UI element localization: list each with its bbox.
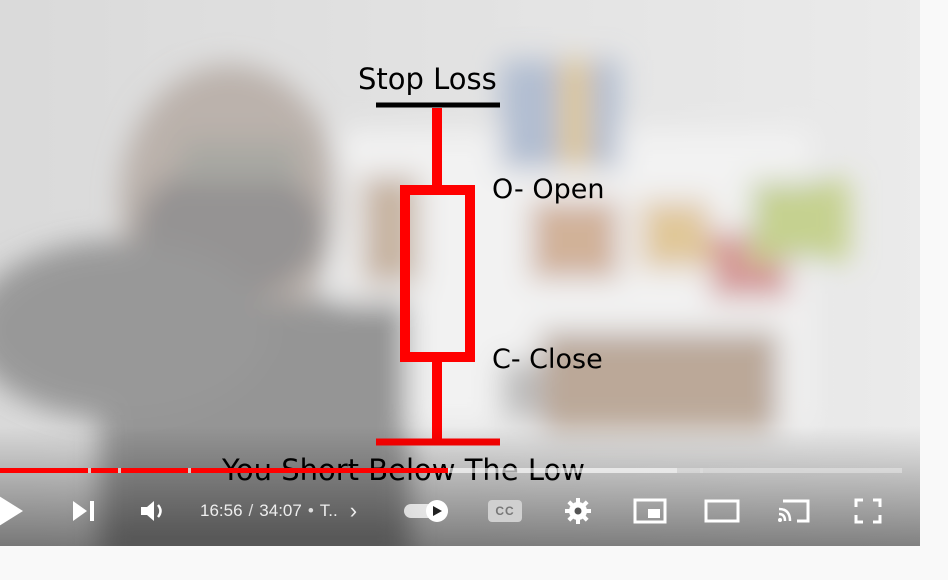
skip-next-icon: [73, 501, 94, 521]
chapter-marker: [118, 468, 121, 473]
duration: 34:07: [259, 501, 302, 520]
play-button[interactable]: [0, 482, 30, 540]
candle-body: [400, 185, 475, 362]
progress-bar[interactable]: [0, 468, 902, 473]
cast-icon: [778, 499, 810, 523]
progress-played: [0, 468, 449, 473]
volume-icon: [141, 501, 162, 521]
chapter-marker: [558, 468, 561, 473]
candlestick-diagram: Stop Loss O- Open C- Close You Short Bel…: [221, 62, 604, 487]
subtitles-button[interactable]: CC: [488, 500, 522, 522]
open-label: O- Open: [492, 174, 604, 205]
time-display: 16:56 / 34:07 • T.. ›: [200, 482, 357, 540]
miniplayer-icon: [633, 498, 667, 524]
next-button[interactable]: [66, 482, 102, 540]
chapter-marker: [88, 468, 91, 473]
current-time: 16:56: [200, 501, 243, 520]
chapter-bullet: •: [307, 501, 314, 520]
miniplayer-button[interactable]: [630, 482, 670, 540]
time-separator: /: [248, 501, 254, 520]
theater-icon: [704, 499, 740, 523]
fullscreen-button[interactable]: [848, 482, 888, 540]
gear-icon: [565, 498, 591, 524]
mute-button[interactable]: [136, 482, 172, 540]
cc-icon: CC: [495, 504, 515, 518]
cast-button[interactable]: [774, 482, 814, 540]
player-controls: 16:56 / 34:07 • T.. › CC: [0, 482, 920, 540]
video-frame[interactable]: Stop Loss O- Open C- Close You Short Bel…: [0, 0, 920, 546]
play-icon: [0, 496, 23, 526]
chapter-marker: [700, 468, 703, 473]
autoplay-toggle[interactable]: [404, 500, 456, 522]
autoplay-play-icon: [433, 506, 442, 516]
chevron-right-icon[interactable]: ›: [350, 500, 357, 522]
chapter-marker: [188, 468, 191, 473]
autoplay-knob: [426, 500, 448, 522]
chapter-title[interactable]: T..: [320, 501, 338, 521]
stop-loss-label: Stop Loss: [358, 62, 497, 96]
close-label: C- Close: [492, 344, 603, 375]
settings-button[interactable]: [560, 482, 596, 540]
theater-mode-button[interactable]: [702, 482, 742, 540]
fullscreen-icon: [854, 498, 882, 524]
video-player[interactable]: Stop Loss O- Open C- Close You Short Bel…: [0, 0, 920, 546]
